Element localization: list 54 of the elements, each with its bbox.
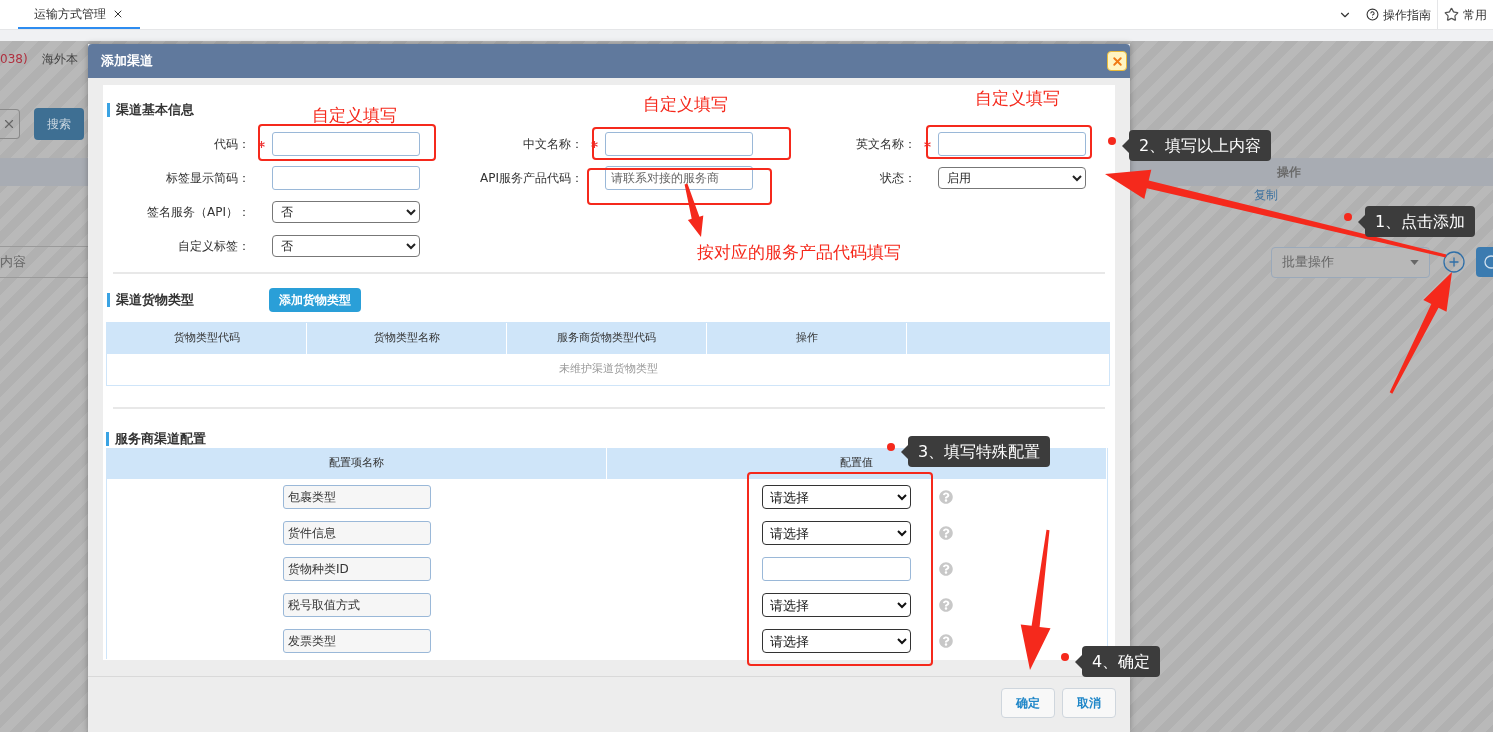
select-field[interactable]: 否 xyxy=(272,201,420,223)
config-item-name: 包裹类型 xyxy=(282,485,431,509)
toolbar-link[interactable]: 常用 xyxy=(1463,5,1487,24)
empty-message: 未维护渠道货物类型 xyxy=(558,361,658,378)
column-header: 操作 xyxy=(1277,164,1301,181)
input-field[interactable] xyxy=(938,132,1086,156)
clear-button[interactable] xyxy=(0,109,20,139)
star-icon[interactable] xyxy=(1444,7,1459,22)
location-text: 海外本 xyxy=(41,50,78,68)
dialog-button[interactable]: 取消 xyxy=(1062,688,1116,718)
toolbar-link[interactable]: 操作指南 xyxy=(1383,5,1431,24)
column-header: 货物类型名称 xyxy=(307,323,507,354)
input-field[interactable] xyxy=(761,557,911,581)
select-field[interactable]: 请选择 xyxy=(761,521,911,545)
close-icon xyxy=(1110,54,1124,68)
column-header: 服务商货物类型代码 xyxy=(507,323,707,354)
config-item-name: 货物种类ID xyxy=(282,557,431,581)
dialog-button[interactable]: 确定 xyxy=(1001,688,1055,718)
input-field[interactable] xyxy=(272,132,420,156)
annotation-note: 自定义填写 xyxy=(975,87,1060,110)
annotation-note: 自定义填写 xyxy=(312,104,397,127)
select-field[interactable]: 启用 xyxy=(938,167,1086,189)
select-field[interactable]: 请选择 xyxy=(761,629,911,653)
config-item-name: 货件信息 xyxy=(282,521,431,545)
section-title: 渠道基本信息 xyxy=(107,103,194,117)
field-label: 代码： xyxy=(213,136,250,153)
help-icon[interactable] xyxy=(1366,8,1379,21)
config-item-name: 税号取值方式 xyxy=(282,593,431,617)
annotation-note: 自定义填写 xyxy=(643,93,728,116)
status-text: 038) xyxy=(0,50,28,68)
input-field[interactable]: 请联系对接的服务商 xyxy=(605,166,753,190)
select-field[interactable]: 请选择 xyxy=(761,485,911,509)
annotation-note: 按对应的服务产品代码填写 xyxy=(697,241,901,264)
close-icon xyxy=(2,117,16,131)
field-label: 中文名称： xyxy=(522,136,583,153)
dialog-title: 添加渠道 xyxy=(101,52,153,71)
add-icon[interactable] xyxy=(1442,250,1466,274)
close-button[interactable] xyxy=(1107,51,1127,71)
field-label: 自定义标签： xyxy=(177,238,250,255)
field-label: 状态： xyxy=(879,170,916,187)
field-label: 英文名称： xyxy=(855,136,916,153)
search-button[interactable]: 搜索 xyxy=(34,108,84,140)
input-field[interactable] xyxy=(605,132,753,156)
select-field[interactable]: 请选择 xyxy=(761,593,911,617)
column-header: 操作 xyxy=(707,323,907,354)
select-field[interactable]: 否 xyxy=(272,235,420,257)
field-label: 签名服务（API）： xyxy=(146,204,250,221)
column-header: 货物类型代码 xyxy=(107,323,307,354)
config-item-name: 发票类型 xyxy=(282,629,431,653)
field-label: 标签显示简码： xyxy=(165,170,250,187)
column-header: 配置项名称 xyxy=(107,448,607,479)
annotation-arrow xyxy=(684,183,704,237)
field-label: API服务产品代码： xyxy=(479,170,583,187)
input-field[interactable] xyxy=(272,166,420,190)
